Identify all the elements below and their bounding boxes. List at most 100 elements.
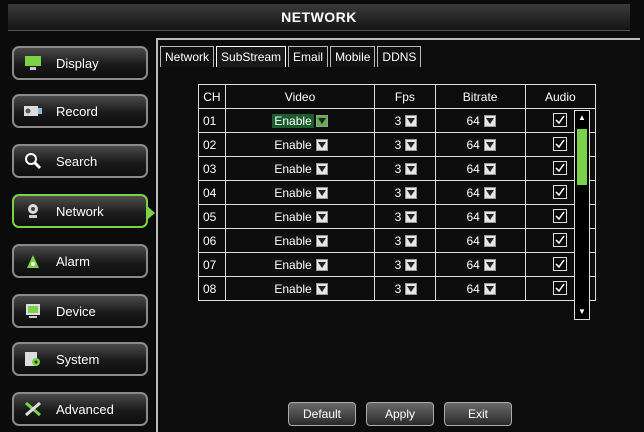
video-select[interactable]: Enable — [272, 257, 328, 272]
bitrate-value: 64 — [464, 113, 482, 128]
fps-cell: 3 — [374, 108, 436, 133]
sidebar-item-record[interactable]: Record — [12, 94, 148, 128]
audio-checkbox[interactable] — [553, 161, 568, 175]
search-icon — [22, 151, 44, 171]
chevron-down-icon[interactable] — [405, 114, 418, 127]
tab-mobile[interactable]: Mobile — [330, 46, 376, 67]
video-select[interactable]: Enable — [272, 281, 328, 296]
sidebar-item-advanced[interactable]: Advanced — [12, 392, 148, 426]
video-select[interactable]: Enable — [272, 113, 328, 128]
fps-cell: 3 — [374, 204, 436, 229]
network-icon — [22, 201, 44, 221]
chevron-down-icon[interactable] — [483, 138, 496, 151]
fps-select[interactable]: 3 — [392, 185, 418, 200]
scroll-down-icon[interactable]: ▼ — [577, 307, 587, 317]
fps-select[interactable]: 3 — [392, 281, 418, 296]
table-scrollbar[interactable]: ▲ ▼ — [574, 110, 590, 320]
bitrate-select[interactable]: 64 — [464, 257, 496, 272]
bitrate-select[interactable]: 64 — [464, 113, 496, 128]
fps-select[interactable]: 3 — [392, 233, 418, 248]
audio-checkbox[interactable] — [553, 137, 568, 151]
chevron-down-icon[interactable] — [483, 162, 496, 175]
video-select[interactable]: Enable — [272, 233, 328, 248]
apply-button[interactable]: Apply — [366, 402, 434, 426]
fps-select[interactable]: 3 — [392, 113, 418, 128]
audio-checkbox[interactable] — [553, 233, 568, 247]
bitrate-value: 64 — [464, 233, 482, 248]
bitrate-select[interactable]: 64 — [464, 209, 496, 224]
chevron-down-icon[interactable] — [405, 234, 418, 247]
audio-checkbox[interactable] — [553, 281, 568, 295]
video-cell: Enable — [224, 252, 376, 277]
bitrate-cell: 64 — [434, 180, 526, 205]
chevron-down-icon[interactable] — [405, 186, 418, 199]
tab-bar: Network SubStream Email Mobile DDNS — [160, 46, 423, 68]
sidebar-item-alarm[interactable]: Alarm — [12, 244, 148, 278]
tab-ddns[interactable]: DDNS — [377, 46, 422, 67]
video-select[interactable]: Enable — [272, 161, 328, 176]
chevron-down-icon[interactable] — [405, 210, 418, 223]
chevron-down-icon[interactable] — [315, 138, 328, 151]
bitrate-cell: 64 — [434, 204, 526, 229]
audio-checkbox[interactable] — [553, 113, 568, 127]
default-button[interactable]: Default — [288, 402, 356, 426]
chevron-down-icon[interactable] — [315, 114, 328, 127]
audio-checkbox[interactable] — [553, 257, 568, 271]
bitrate-select[interactable]: 64 — [464, 161, 496, 176]
audio-checkbox[interactable] — [553, 209, 568, 223]
chevron-down-icon[interactable] — [483, 234, 496, 247]
tab-network[interactable]: Network — [160, 46, 215, 67]
chevron-down-icon[interactable] — [315, 234, 328, 247]
exit-button[interactable]: Exit — [444, 402, 512, 426]
bitrate-select[interactable]: 64 — [464, 233, 496, 248]
chevron-down-icon[interactable] — [315, 186, 328, 199]
video-value: Enable — [272, 113, 314, 128]
sidebar-item-label: Network — [56, 203, 104, 219]
bitrate-select[interactable]: 64 — [464, 137, 496, 152]
chevron-down-icon[interactable] — [405, 282, 418, 295]
bitrate-select[interactable]: 64 — [464, 281, 496, 296]
channel-number: 06 — [198, 228, 226, 253]
fps-cell: 3 — [374, 156, 436, 181]
tab-substream[interactable]: SubStream — [216, 46, 287, 67]
chevron-down-icon[interactable] — [483, 114, 496, 127]
sidebar-item-search[interactable]: Search — [12, 144, 148, 178]
sidebar-item-device[interactable]: Device — [12, 294, 148, 328]
sidebar-item-network[interactable]: Network — [12, 194, 155, 228]
chevron-down-icon[interactable] — [315, 258, 328, 271]
video-select[interactable]: Enable — [272, 137, 328, 152]
fps-select[interactable]: 3 — [392, 161, 418, 176]
scrollbar-thumb[interactable] — [577, 129, 587, 185]
chevron-down-icon[interactable] — [315, 282, 328, 295]
chevron-down-icon[interactable] — [405, 258, 418, 271]
scroll-up-icon[interactable]: ▲ — [577, 113, 587, 123]
sidebar-item-system[interactable]: System — [12, 342, 148, 376]
sidebar-item-display[interactable]: Display — [12, 46, 148, 80]
audio-checkbox[interactable] — [553, 185, 568, 199]
chevron-down-icon[interactable] — [315, 162, 328, 175]
fps-value: 3 — [392, 209, 404, 224]
channel-number: 04 — [198, 180, 226, 205]
chevron-down-icon[interactable] — [405, 138, 418, 151]
fps-cell: 3 — [374, 252, 436, 277]
video-value: Enable — [272, 233, 314, 248]
channel-number: 05 — [198, 204, 226, 229]
fps-cell: 3 — [374, 132, 436, 157]
bitrate-select[interactable]: 64 — [464, 185, 496, 200]
chevron-down-icon[interactable] — [483, 186, 496, 199]
video-select[interactable]: Enable — [272, 185, 328, 200]
video-select[interactable]: Enable — [272, 209, 328, 224]
fps-select[interactable]: 3 — [392, 257, 418, 272]
chevron-down-icon[interactable] — [483, 210, 496, 223]
chevron-down-icon[interactable] — [315, 210, 328, 223]
chevron-down-icon[interactable] — [483, 282, 496, 295]
video-cell: Enable — [224, 132, 376, 157]
chevron-down-icon[interactable] — [405, 162, 418, 175]
sidebar: Display Record Search Network Alarm Devi… — [4, 36, 155, 432]
sidebar-item-label: Advanced — [56, 401, 114, 417]
fps-select[interactable]: 3 — [392, 209, 418, 224]
tab-email[interactable]: Email — [288, 46, 329, 67]
fps-select[interactable]: 3 — [392, 137, 418, 152]
chevron-down-icon[interactable] — [483, 258, 496, 271]
video-value: Enable — [272, 185, 314, 200]
